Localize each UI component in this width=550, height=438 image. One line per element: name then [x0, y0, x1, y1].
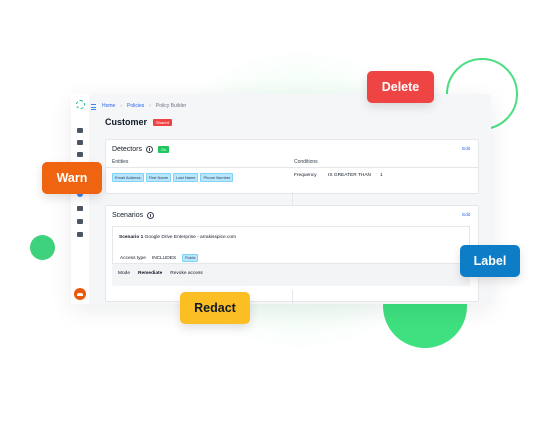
scenarios-edit-button[interactable]: Edit — [462, 212, 470, 217]
mode-label: Mode — [118, 271, 130, 276]
warn-action-tag[interactable]: Warn — [42, 162, 102, 194]
breadcrumb: Home › Policies › Policy Builder — [102, 103, 187, 109]
entity-pill: Phone Number — [200, 173, 234, 182]
detectors-edit-button[interactable]: Edit — [462, 146, 470, 151]
scenario-name: Google Drive Enterprise - arrakisspice.c… — [144, 235, 237, 240]
menu-icon[interactable] — [91, 104, 96, 110]
mode-row: Mode Remediate Revoke access — [118, 271, 203, 276]
label-action-tag[interactable]: Label — [460, 245, 520, 277]
scenarios-title: Scenarios — [112, 212, 144, 219]
detectors-card: Detectors On Edit Entities Conditions Em… — [105, 139, 479, 194]
divider — [292, 290, 293, 304]
access-value-pill: Public — [182, 254, 199, 262]
scenario-panel: Scenario 1 Google Drive Enterprise - arr… — [112, 226, 470, 286]
scenario-label: Scenario 1 — [119, 235, 144, 240]
redact-action-tag[interactable]: Redact — [180, 292, 250, 324]
entity-pill: Last Name — [173, 173, 199, 182]
scenario-title: Scenario 1 Google Drive Enterprise - arr… — [119, 235, 236, 240]
conditions-header: Conditions — [294, 159, 318, 165]
access-label: Access type — [120, 255, 146, 261]
delete-action-tag[interactable]: Delete — [367, 71, 434, 103]
condition-field: Frequency — [294, 173, 317, 178]
detectors-title: Detectors — [112, 146, 142, 153]
status-badge: Shared — [153, 118, 172, 126]
info-icon[interactable] — [147, 212, 155, 219]
title-row: Customer Shared — [105, 117, 172, 127]
entities-header: Entities — [112, 159, 129, 165]
condition-value: 1 — [380, 173, 383, 178]
scenarios-card: Scenarios Edit Scenario 1 Google Drive E… — [105, 205, 479, 302]
divider — [292, 192, 293, 205]
scenario-header: Scenario 1 Google Drive Enterprise - arr… — [112, 226, 470, 264]
divider — [106, 167, 478, 168]
access-operator: INCLUDES — [151, 255, 177, 261]
mode-action: Revoke access — [170, 271, 203, 276]
database-icon[interactable] — [77, 219, 83, 224]
app-window: Home › Policies › Policy Builder Customer Sh… — [71, 94, 491, 304]
grid-icon[interactable] — [77, 140, 83, 145]
breadcrumb-policies[interactable]: Policies — [127, 103, 144, 109]
layers-icon[interactable] — [77, 152, 83, 157]
chart-icon[interactable] — [77, 232, 83, 237]
access-row: Access type INCLUDES Public — [120, 254, 199, 262]
logo-icon[interactable] — [76, 100, 85, 109]
breadcrumb-current: Policy Builder — [155, 103, 187, 109]
breadcrumb-home[interactable]: Home — [102, 103, 115, 109]
entity-list: Email Address First Name Last Name Phone… — [112, 173, 234, 182]
entity-pill: First Name — [145, 173, 172, 182]
decorative-dot — [30, 235, 55, 260]
page-title: Customer — [105, 117, 148, 127]
sidebar — [71, 94, 89, 304]
info-icon[interactable] — [145, 146, 153, 153]
settings-icon[interactable] — [77, 206, 83, 211]
mode-value: Remediate — [138, 271, 163, 276]
entity-pill: Email Address — [112, 173, 144, 182]
condition-operator: IS GREATER THAN — [328, 173, 372, 178]
home-icon[interactable] — [77, 128, 83, 133]
detectors-status-badge: On — [157, 146, 170, 153]
avatar[interactable] — [74, 288, 86, 300]
